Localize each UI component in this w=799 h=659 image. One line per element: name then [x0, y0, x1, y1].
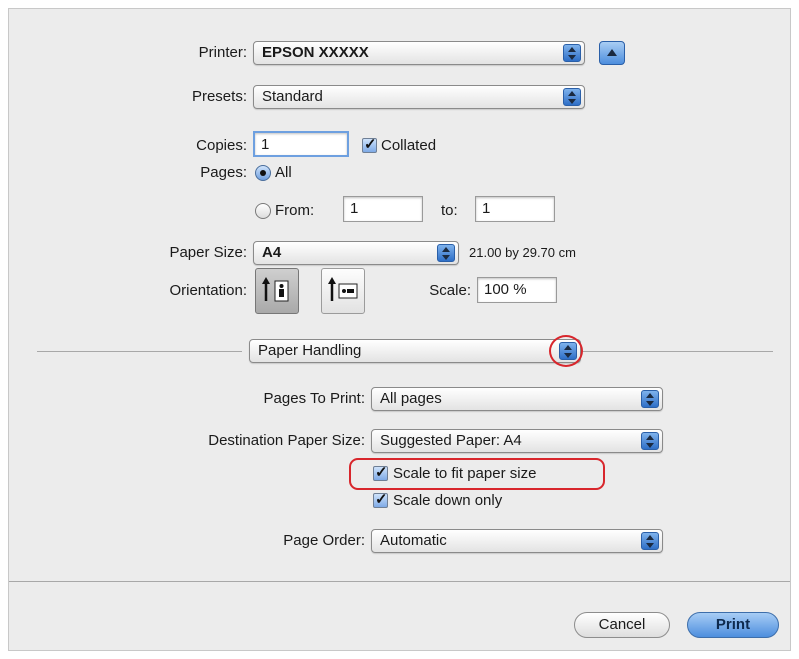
print-button[interactable]: Print — [687, 612, 779, 638]
panel-menu-value: Paper Handling — [258, 342, 362, 359]
copies-input[interactable]: 1 — [253, 131, 349, 157]
popup-arrows-icon — [641, 432, 659, 450]
popup-arrows-icon — [641, 390, 659, 408]
presets-label: Presets: — [191, 88, 247, 105]
printer-value: EPSON XXXXX — [262, 44, 369, 61]
pages-label: Pages: — [200, 164, 247, 181]
presets-popup[interactable]: Standard — [253, 85, 585, 109]
separator-right — [583, 351, 773, 352]
paper-size-value: A4 — [262, 244, 282, 261]
printer-label: Printer: — [198, 44, 247, 61]
separator-left — [37, 351, 242, 352]
scale-to-fit-label: Scale to fit paper size — [393, 465, 537, 482]
print-dialog: Printer: EPSON XXXXX Presets: Standard C… — [8, 8, 791, 651]
annotation-circle — [549, 335, 583, 367]
destination-paper-size-label: Destination Paper Size: — [208, 432, 365, 449]
pages-from-input[interactable]: 1 — [343, 196, 423, 222]
paper-size-popup[interactable]: A4 — [253, 241, 459, 265]
pages-to-print-popup[interactable]: All pages — [371, 387, 663, 411]
scale-input[interactable]: 100 % — [477, 277, 557, 303]
disclosure-button[interactable] — [599, 41, 625, 65]
page-order-label: Page Order: — [283, 532, 365, 549]
triangle-up-icon — [607, 49, 617, 56]
scale-down-only-label: Scale down only — [393, 492, 503, 509]
popup-arrows-icon — [437, 244, 455, 262]
orientation-label: Orientation: — [169, 282, 247, 299]
popup-arrows-icon — [563, 88, 581, 106]
pages-all-radio[interactable] — [255, 165, 271, 181]
scale-down-only-checkbox[interactable] — [373, 490, 388, 508]
landscape-orientation-icon — [328, 277, 358, 301]
page-order-popup[interactable]: Automatic — [371, 529, 663, 553]
popup-arrows-icon — [563, 44, 581, 62]
pages-to-input[interactable]: 1 — [475, 196, 555, 222]
pages-to-print-value: All pages — [380, 390, 442, 407]
copies-label: Copies: — [196, 137, 247, 154]
bottom-separator — [9, 581, 790, 582]
portrait-orientation-icon — [262, 277, 289, 302]
pages-from-radio[interactable] — [255, 203, 271, 219]
pages-all-label: All — [275, 164, 292, 181]
landscape-orientation-button[interactable] — [321, 268, 365, 314]
popup-arrows-icon — [641, 532, 659, 550]
cancel-button[interactable]: Cancel — [574, 612, 670, 638]
portrait-orientation-button[interactable] — [255, 268, 299, 314]
paper-size-label: Paper Size: — [169, 244, 247, 261]
scale-to-fit-checkbox[interactable] — [373, 463, 388, 481]
pages-from-label: From: — [275, 202, 315, 219]
scale-label: Scale: — [429, 282, 471, 299]
destination-paper-size-popup[interactable]: Suggested Paper: A4 — [371, 429, 663, 453]
pages-to-print-label: Pages To Print: — [263, 390, 365, 407]
collated-label: Collated — [381, 137, 437, 154]
destination-paper-size-value: Suggested Paper: A4 — [380, 432, 522, 449]
printer-popup[interactable]: EPSON XXXXX — [253, 41, 585, 65]
panel-menu-popup[interactable]: Paper Handling — [249, 339, 581, 363]
paper-dimensions: 21.00 by 29.70 cm — [469, 245, 576, 260]
pages-to-label: to: — [441, 202, 458, 219]
page-order-value: Automatic — [380, 532, 447, 549]
collated-checkbox[interactable] — [362, 135, 377, 153]
presets-value: Standard — [262, 88, 323, 105]
